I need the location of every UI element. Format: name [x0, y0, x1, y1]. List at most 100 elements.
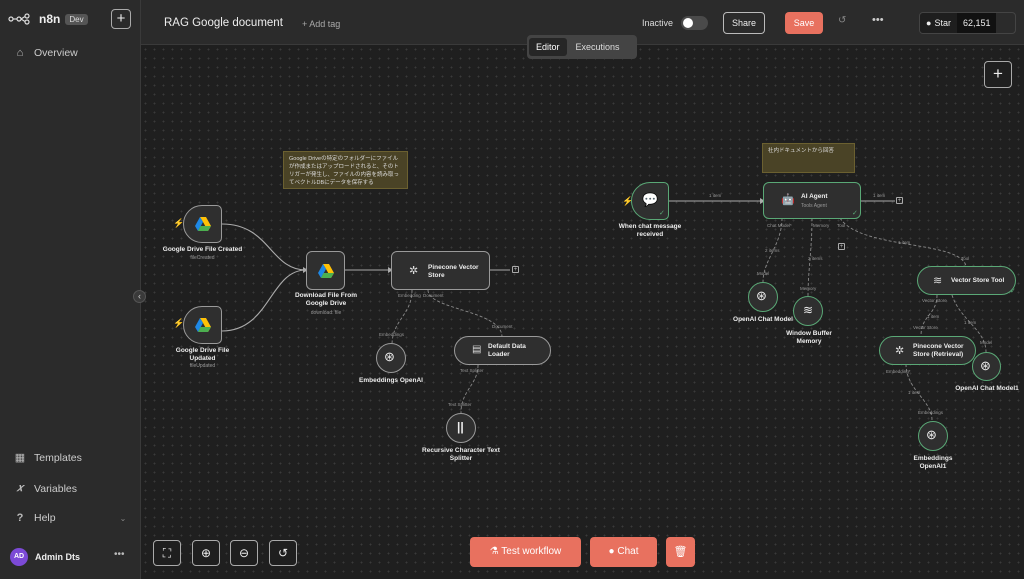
node-subtitle: Tools Agent	[801, 203, 827, 209]
node-label: Google Drive File Created	[162, 246, 243, 253]
flask-icon: ⚗	[489, 546, 502, 557]
port-label: Text Splitter	[460, 368, 484, 373]
chat-label: Chat	[617, 546, 639, 557]
node-label: Embeddings OpenAI	[359, 377, 423, 384]
add-node-button[interactable]: +	[984, 61, 1012, 88]
connections-layer	[221, 198, 987, 421]
success-check-icon: ✓	[659, 210, 665, 217]
database-icon: ≋	[933, 275, 943, 287]
port-label: Vector Store	[922, 298, 947, 303]
port-label: Text Splitter	[448, 402, 472, 407]
node-subtitle: fileUpdated	[189, 363, 216, 369]
google-drive-icon	[195, 217, 211, 231]
port-label: Model	[757, 271, 770, 276]
google-drive-icon	[195, 318, 211, 332]
edge-label: 2 items	[808, 256, 823, 261]
google-drive-icon	[318, 264, 334, 278]
sticky-note[interactable]: 社内ドキュメントから回答	[762, 143, 855, 173]
pinecone-icon: ✲	[409, 265, 419, 277]
port-label: Embeddings	[918, 410, 944, 415]
node-default-data-loader[interactable]: ▤ Default Data Loader	[454, 336, 551, 365]
node-label: Pinecone Vector Store (Retrieval)	[913, 343, 964, 359]
openai-icon: ⊛	[384, 349, 395, 364]
edge-label: 1 item	[709, 193, 722, 198]
tab-executions[interactable]: Executions	[569, 38, 627, 56]
success-check-icon: ✓	[1010, 288, 1016, 295]
view-tabs: Editor Executions	[527, 35, 637, 59]
node-label: OpenAI Chat Model1	[955, 385, 1019, 392]
openai-icon: ⊛	[980, 358, 991, 373]
node-label: Download File From Google Drive	[294, 292, 358, 308]
node-subtitle: download: file	[310, 310, 342, 316]
port-label: Embedding*	[886, 369, 911, 374]
node-label: Default Data Loader	[488, 343, 526, 359]
trash-icon: 🗑	[673, 546, 688, 558]
port-label: Embedding	[398, 293, 421, 298]
openai-icon: ⊛	[756, 288, 767, 303]
test-workflow-label: Test workflow	[501, 546, 562, 557]
splitter-icon: ||	[457, 420, 464, 434]
node-google-drive-file-updated[interactable]	[183, 306, 222, 344]
port-label: Model	[980, 340, 993, 345]
openai-icon: ⊛	[926, 427, 937, 442]
chat-button[interactable]: ● Chat	[590, 537, 657, 567]
undo-icon: ↺	[277, 546, 289, 560]
port-label: Tool	[961, 256, 970, 261]
node-label: Recursive Character Text Splitter	[422, 447, 500, 463]
robot-icon: 🤖	[781, 194, 795, 206]
node-vector-store-tool[interactable]: ≋ Vector Store Tool ✓	[917, 266, 1016, 295]
test-workflow-button[interactable]: ⚗ Test workflow	[470, 537, 581, 567]
add-tool-plus-icon[interactable]: +	[838, 243, 845, 250]
node-download-file[interactable]	[306, 251, 345, 290]
node-openai-chat-model[interactable]: ⊛	[748, 282, 778, 312]
port-label: Vector Store	[913, 325, 938, 330]
node-label: Window Buffer Memory	[786, 330, 832, 346]
node-pinecone-vector-store[interactable]: ✲ Pinecone Vector Store	[391, 251, 490, 290]
edge-label: 1 item	[927, 314, 940, 319]
fit-view-button[interactable]: ⛶	[153, 540, 181, 566]
add-node-plus-icon[interactable]: +	[896, 197, 903, 204]
delete-button[interactable]: 🗑	[666, 537, 695, 567]
pinecone-icon: ✲	[895, 345, 905, 357]
add-node-plus-icon[interactable]: +	[512, 266, 519, 273]
node-openai-chat-model-1[interactable]: ⊛	[972, 352, 1001, 381]
node-label: OpenAI Chat Model	[733, 316, 793, 323]
node-label: Embeddings OpenAI1	[913, 455, 953, 471]
zoom-out-icon: ⊖	[238, 546, 250, 560]
collapse-sidebar-button[interactable]: ‹	[133, 290, 146, 303]
document-icon: ▤	[472, 344, 482, 355]
edge-label: 1 item	[964, 320, 977, 325]
chat-icon: 💬	[642, 192, 659, 207]
port-label: Memory	[800, 286, 817, 291]
zoom-out-button[interactable]: ⊖	[230, 540, 258, 566]
port-label: Tool	[837, 223, 846, 228]
node-chat-trigger[interactable]: 💬 ✓	[631, 182, 669, 220]
sticky-note[interactable]: Google Driveの特定のフォルダーにファイルが作成またはアップロードされ…	[283, 151, 408, 189]
edge-label: 2 items	[765, 248, 780, 253]
edge-label: 1 item	[898, 240, 911, 245]
zoom-in-button[interactable]: ⊕	[192, 540, 220, 566]
node-pinecone-retrieval[interactable]: ✲ Pinecone Vector Store (Retrieval)	[879, 336, 976, 365]
node-label: Pinecone Vector Store	[428, 264, 479, 280]
node-embeddings-openai-1[interactable]: ⊛	[918, 421, 948, 451]
node-label: Vector Store Tool	[951, 277, 1005, 284]
port-label: Memory	[813, 223, 830, 228]
node-label: AI Agent	[801, 193, 828, 200]
port-label: Document	[423, 293, 444, 298]
database-icon: ≋	[803, 303, 814, 317]
port-label: Chat Model*	[767, 223, 792, 228]
node-embeddings-openai[interactable]: ⊛	[376, 343, 406, 373]
node-label: Google Drive File Updated	[175, 347, 230, 363]
node-google-drive-file-created[interactable]	[183, 205, 222, 243]
node-subtitle: fileCreated	[190, 255, 215, 261]
tab-editor[interactable]: Editor	[529, 38, 567, 56]
edge-label: 1 item	[873, 193, 886, 198]
zoom-in-icon: ⊕	[200, 546, 212, 560]
reset-zoom-button[interactable]: ↺	[269, 540, 297, 566]
node-window-buffer-memory[interactable]: ≋	[793, 296, 823, 326]
port-label: Embeddings	[379, 332, 405, 337]
node-text-splitter[interactable]: ||	[446, 413, 476, 443]
node-ai-agent[interactable]: 🤖 AI Agent Tools Agent ✓	[763, 182, 861, 219]
node-label: When chat message received	[618, 223, 682, 239]
edge-label: 1 item	[908, 390, 921, 395]
